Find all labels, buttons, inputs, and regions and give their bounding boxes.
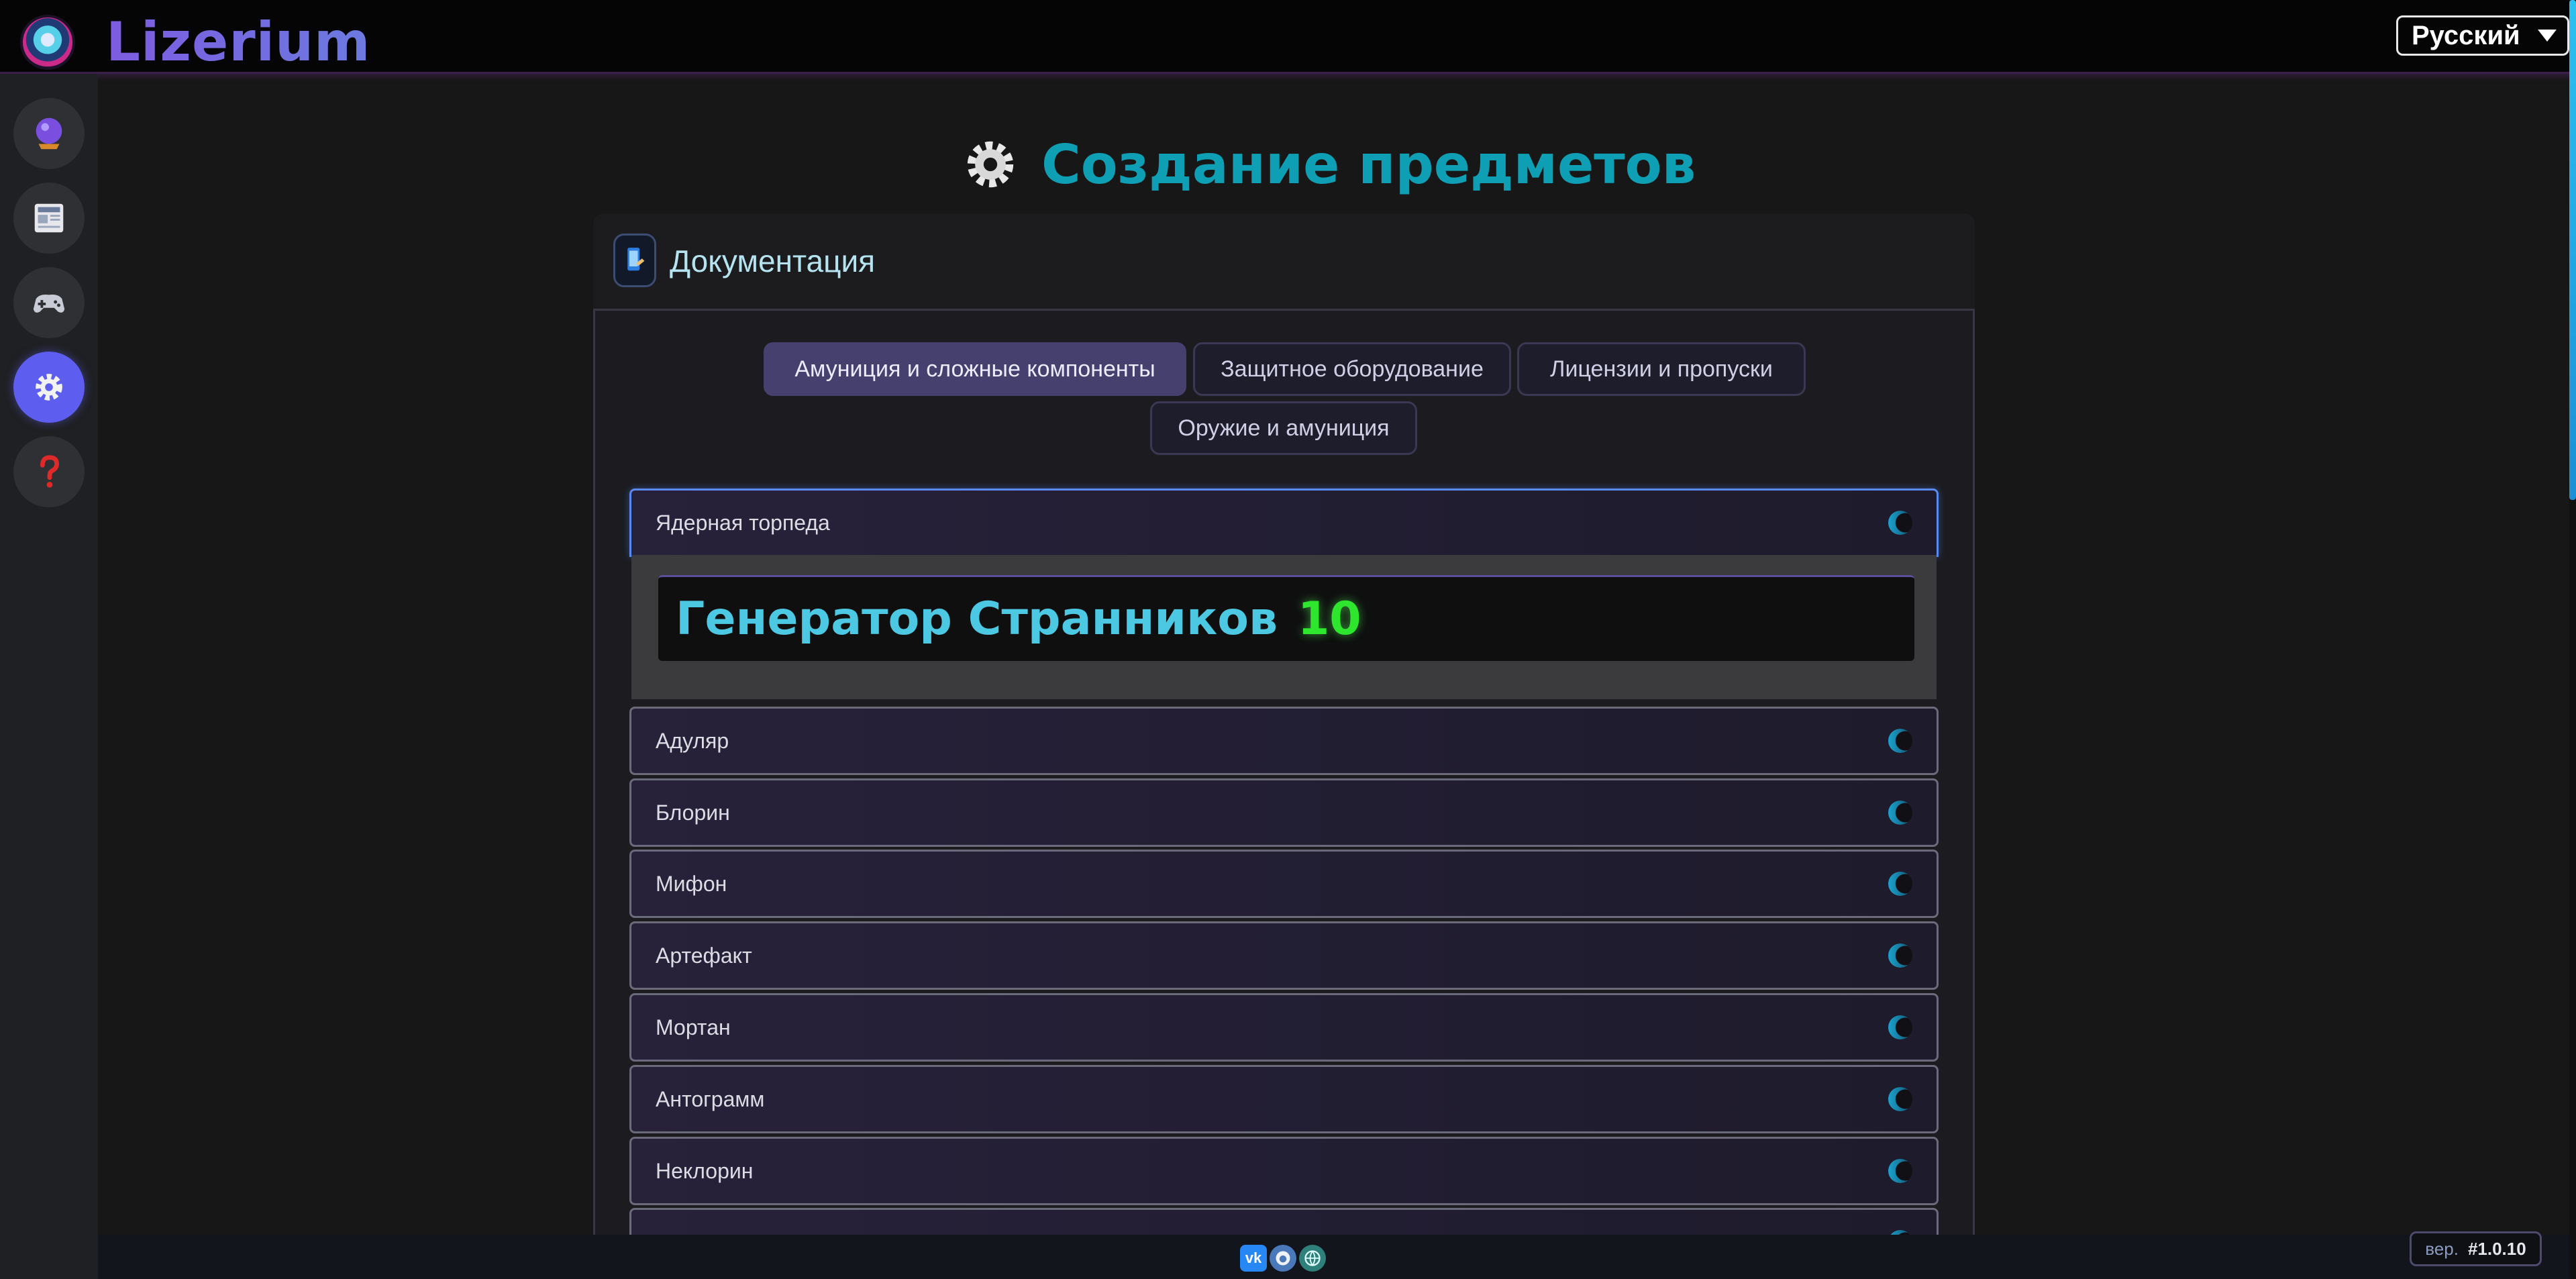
caret-down-icon (2538, 30, 2557, 42)
accordion-item-label: Артефакт (656, 943, 752, 968)
question-icon (40, 455, 59, 488)
newspaper-icon (34, 203, 64, 233)
accordion-item-label: Антограмм (656, 1086, 765, 1111)
version-label: вер. (2425, 1238, 2459, 1259)
gamepad-icon (33, 295, 65, 313)
toggle-icon[interactable] (1888, 801, 1912, 825)
accordion-item-blorin[interactable]: Блорин (629, 778, 1939, 847)
vk-icon[interactable]: vk (1240, 1245, 1267, 1272)
tab-licenses-passes[interactable]: Лицензии и пропуски (1517, 342, 1806, 396)
accordion-item-nuclear-torpedo[interactable]: Ядерная торпеда (629, 489, 1939, 557)
toggle-icon[interactable] (1888, 1015, 1912, 1039)
accordion-item-label: Неклорин (656, 1158, 754, 1183)
tab-weapons-ammunition[interactable]: Оружие и амуниция (1150, 401, 1417, 455)
toggle-icon[interactable] (1888, 872, 1912, 896)
sidebar-item-crystal-ball[interactable] (13, 98, 85, 169)
accordion-item-artifact[interactable]: Артефакт (629, 921, 1939, 990)
accordion-item-antogramm[interactable]: Антограмм (629, 1065, 1939, 1133)
tab-label: Оружие и амуниция (1178, 415, 1390, 441)
vk-icon-text: vk (1245, 1249, 1262, 1266)
accordion-item-label: Мифон (656, 871, 727, 896)
toggle-icon[interactable] (1888, 1159, 1912, 1183)
accordion-item-mortan[interactable]: Мортан (629, 993, 1939, 1062)
accordion-item-neklorin[interactable]: Неклорин (629, 1137, 1939, 1205)
recipe-item-quantity: 10 (1297, 593, 1361, 646)
sidebar-item-help[interactable] (13, 436, 85, 507)
accordion-item-mifon[interactable]: Мифон (629, 850, 1939, 918)
accordion-item-adular[interactable]: Адуляр (629, 707, 1939, 775)
sidebar-item-news[interactable] (13, 183, 85, 254)
brand-logo[interactable] (20, 15, 75, 70)
scrollbar-thumb[interactable] (2569, 0, 2576, 500)
accordion-item-label: Блорин (656, 800, 730, 825)
page-title: Создание предметов (1041, 133, 1696, 196)
phone-icon (613, 234, 656, 287)
sidebar-item-games[interactable] (13, 267, 85, 338)
gear-icon (965, 139, 1016, 190)
tab-label: Защитное оборудование (1221, 356, 1484, 382)
sidebar-item-crafting[interactable] (13, 352, 85, 423)
toggle-icon[interactable] (1888, 943, 1912, 968)
tab-ammunition-components[interactable]: Амуниция и сложные компоненты (764, 342, 1186, 396)
toggle-icon[interactable] (1888, 729, 1912, 753)
page-heading: Создание предметов (965, 127, 1696, 201)
language-select[interactable]: Русский (2396, 15, 2569, 56)
panel-title: Документация (670, 244, 876, 278)
accordion-item-label: Адуляр (656, 728, 729, 753)
github-icon[interactable] (1270, 1245, 1296, 1272)
accordion-item-label: Мортан (656, 1015, 731, 1039)
accordion-content: Генератор Странников 10 (631, 555, 1937, 699)
toggle-icon[interactable] (1888, 1087, 1912, 1111)
accordion-item-label: Ядерная торпеда (656, 510, 830, 535)
globe-icon[interactable] (1299, 1245, 1326, 1272)
tab-label: Лицензии и пропуски (1550, 356, 1773, 382)
brand-name[interactable]: Lizerium (106, 11, 370, 73)
version-number: #1.0.10 (2467, 1238, 2526, 1259)
documentation-panel-header[interactable]: Документация (593, 213, 1975, 309)
tab-protective-equipment[interactable]: Защитное оборудование (1193, 342, 1511, 396)
gear-icon (36, 374, 62, 401)
version-badge: вер. #1.0.10 (2410, 1231, 2542, 1266)
toggle-icon[interactable] (1888, 511, 1912, 535)
recipe-entry: Генератор Странников 10 (658, 575, 1914, 661)
top-bar: Lizerium Русский (0, 0, 2576, 74)
footer: vk (98, 1235, 2569, 1279)
page-scrollbar[interactable] (2569, 0, 2576, 1279)
tab-label: Амуниция и сложные компоненты (794, 356, 1155, 382)
recipe-item-name: Генератор Странников (676, 593, 1278, 646)
sidebar (0, 74, 98, 1279)
crystal-ball-icon (36, 117, 62, 150)
language-select-value: Русский (2412, 20, 2520, 50)
